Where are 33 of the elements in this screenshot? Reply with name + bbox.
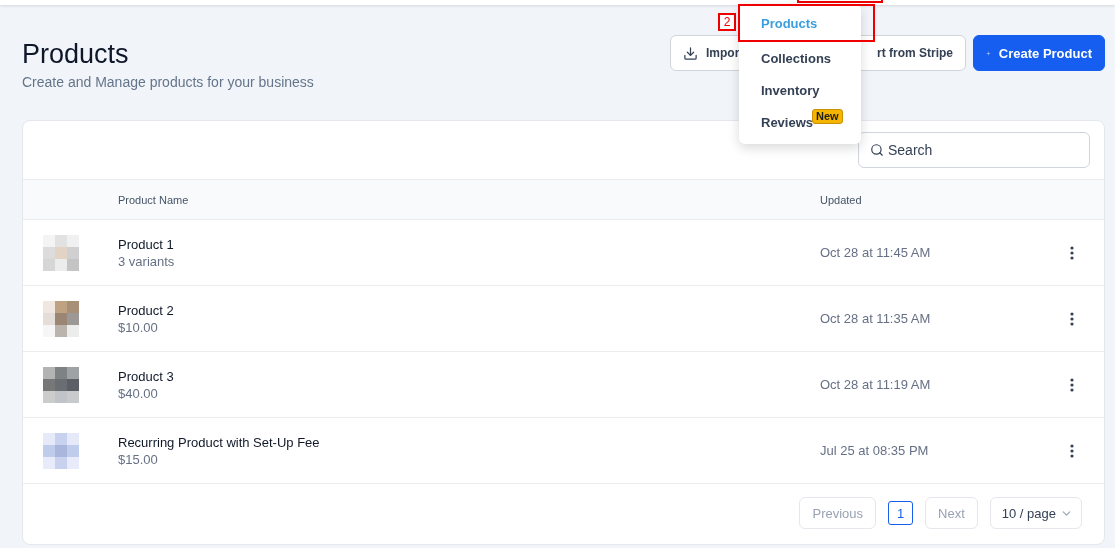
search-icon [870,143,884,157]
product-detail: $10.00 [118,319,159,335]
page-number-button[interactable]: 1 [888,501,914,525]
updated-date: Oct 28 at 11:35 AM [820,311,932,326]
create-product-button[interactable]: Create Product [973,35,1105,71]
menu-item-label: Products [761,15,818,31]
product-name: Product 2 [118,302,175,318]
product-detail: $40.00 [118,385,159,401]
page-size-select[interactable]: 10 / page [989,497,1082,529]
updated-date: Oct 28 at 11:19 AM [820,377,932,392]
more-icon [1070,245,1074,260]
product-name: Recurring Product with Set-Up Fee [118,434,321,450]
product-name: Product 3 [118,368,175,384]
more-icon [1070,377,1074,392]
search-field[interactable]: Search [858,132,1090,168]
column-header: Product Name [118,193,190,206]
page-subtitle: Create and Manage products for your business [22,74,314,90]
column-header: Updated [820,193,863,206]
product-name: Product 1 [118,236,175,252]
page-title: Products [22,39,130,70]
menu-item[interactable]: Reviews New [739,106,861,138]
menu-item-label: Reviews [761,114,814,130]
annotation-label: 2 [718,13,736,31]
product-detail: $15.00 [118,451,159,467]
more-icon [1070,311,1074,326]
menu-item[interactable]: Inventory [739,74,861,106]
new-badge: New [812,109,843,124]
product-detail: 3 variants [118,253,176,269]
more-icon [1070,443,1074,458]
menu-item-label: Inventory [761,82,820,98]
updated-date: Oct 28 at 11:45 AM [820,245,932,260]
download-icon [683,45,698,61]
updated-date: Jul 25 at 08:35 PM [820,443,930,458]
